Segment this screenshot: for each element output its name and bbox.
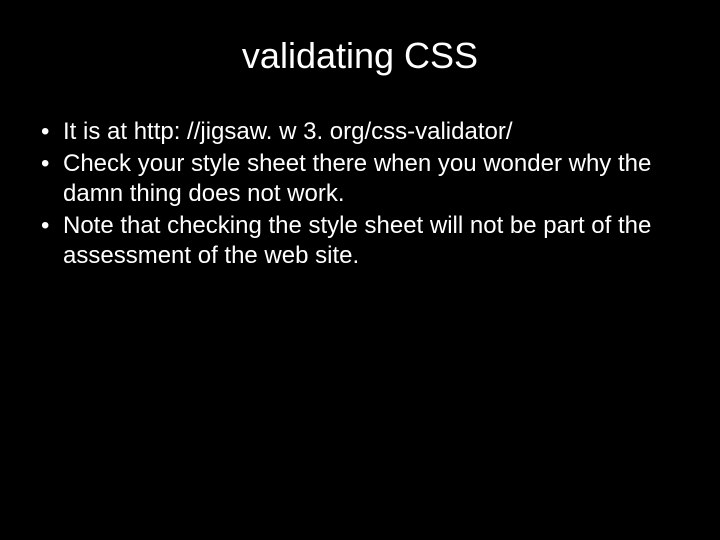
list-item: Check your style sheet there when you wo… bbox=[35, 149, 685, 209]
slide-title: validating CSS bbox=[35, 35, 685, 77]
slide-container: validating CSS It is at http: //jigsaw. … bbox=[0, 0, 720, 540]
bullet-list: It is at http: //jigsaw. w 3. org/css-va… bbox=[35, 117, 685, 271]
list-item: Note that checking the style sheet will … bbox=[35, 211, 685, 271]
list-item: It is at http: //jigsaw. w 3. org/css-va… bbox=[35, 117, 685, 147]
